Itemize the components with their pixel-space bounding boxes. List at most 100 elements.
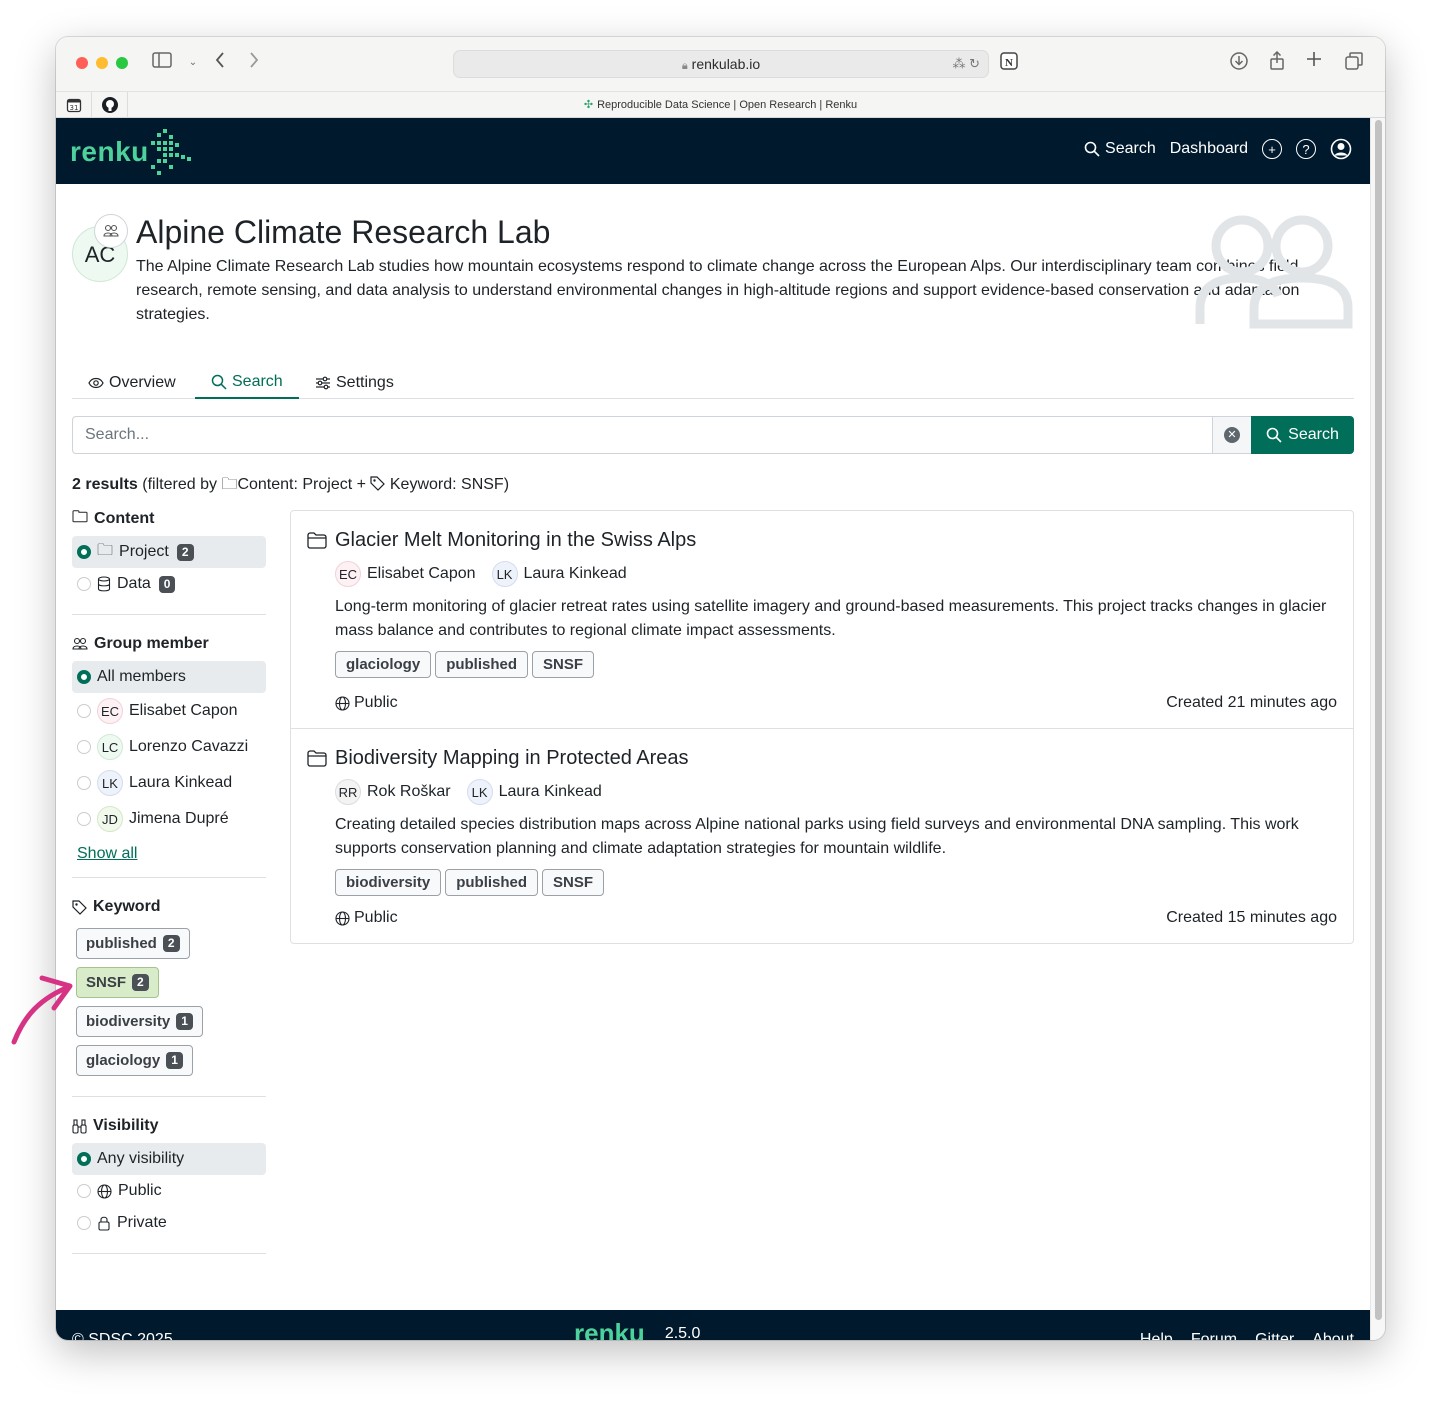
logo-text: renku — [70, 136, 149, 167]
result-title-link[interactable]: Glacier Melt Monitoring in the Swiss Alp… — [307, 527, 1337, 553]
result-footer: Public Created 21 minutes ago — [335, 694, 1337, 712]
member-option-ec[interactable]: EC Elisabet Capon — [72, 693, 266, 729]
facet-keyword: Keyword published 2 SNSF 2 biodiversity 1 g… — [72, 896, 266, 1097]
forward-icon[interactable] — [248, 51, 274, 75]
reload-icon[interactable]: ↻ — [969, 56, 980, 71]
nav-search-label: Search — [1105, 140, 1156, 157]
member-option-lc[interactable]: LC Lorenzo Cavazzi — [72, 729, 266, 765]
chevron-down-icon[interactable]: ⌄ — [180, 51, 206, 75]
clear-search-button[interactable]: ✕ — [1212, 416, 1252, 454]
share-icon[interactable] — [1268, 51, 1294, 75]
keyword-published[interactable]: published 2 — [76, 928, 190, 959]
radio-public[interactable] — [77, 1184, 91, 1198]
content-option-data[interactable]: Data 0 — [72, 568, 266, 600]
nav-dashboard-link[interactable]: Dashboard — [1170, 140, 1248, 158]
result-title-link[interactable]: Biodiversity Mapping in Protected Areas — [307, 745, 1337, 771]
zoom-window-button[interactable] — [116, 57, 128, 69]
radio-member[interactable] — [77, 704, 91, 718]
nav-search-link[interactable]: Search — [1084, 140, 1156, 158]
result-authors: EC Elisabet Capon LK Laura Kinkead — [335, 561, 1337, 587]
radio-member[interactable] — [77, 740, 91, 754]
content-option-project[interactable]: 🗀︎ Project 2 — [72, 536, 266, 568]
plus-circle-icon[interactable]: + — [1262, 139, 1282, 159]
back-icon[interactable] — [214, 51, 240, 75]
result-description: Long-term monitoring of glacier retreat … — [335, 598, 1327, 639]
radio-data[interactable] — [77, 577, 91, 591]
radio-all-members[interactable] — [77, 670, 91, 684]
keyword-biodiversity[interactable]: biodiversity 1 — [76, 1006, 203, 1037]
keyword-glaciology[interactable]: glaciology 1 — [76, 1045, 193, 1076]
result-title: Glacier Melt Monitoring in the Swiss Alp… — [335, 528, 697, 551]
count-badge: 2 — [176, 543, 194, 561]
created-timestamp: Created 15 minutes ago — [1166, 909, 1337, 926]
database-icon — [97, 576, 111, 592]
renku-logo[interactable]: renku — [70, 128, 193, 176]
filter-sidebar: 🗀︎ Content 🗀︎ Project 2 Data 0 Group mem… — [72, 508, 266, 1272]
globe-icon — [335, 695, 350, 711]
search-button[interactable]: Search — [1251, 416, 1354, 454]
visibility-label: Public — [354, 909, 398, 926]
help-icon[interactable]: ? — [1296, 139, 1316, 159]
avatar: LC — [97, 734, 123, 760]
scrollbar-thumb[interactable] — [1375, 120, 1382, 1320]
tab-overview-icon[interactable] — [1344, 51, 1370, 75]
visibility-option-public[interactable]: Public — [72, 1175, 266, 1207]
option-label: Public — [118, 1182, 162, 1199]
visibility-label: Public — [354, 694, 398, 711]
close-icon: ✕ — [1224, 427, 1240, 443]
footer-link-help[interactable]: Help — [1140, 1331, 1173, 1340]
footer-link-gitter[interactable]: Gitter — [1255, 1331, 1294, 1340]
member-name: Elisabet Capon — [129, 702, 238, 719]
footer-center: renku 2.5.0 — [574, 1318, 700, 1340]
member-option-lk[interactable]: LK Laura Kinkead — [72, 765, 266, 801]
radio-project[interactable] — [77, 545, 91, 559]
footer-link-about[interactable]: About — [1312, 1331, 1354, 1340]
visibility-option-private[interactable]: Private — [72, 1207, 266, 1239]
member-option-all[interactable]: All members — [72, 661, 266, 693]
tab-overview-label: Overview — [109, 373, 176, 391]
keyword-label: biodiversity — [86, 1013, 171, 1030]
downloads-icon[interactable] — [1229, 51, 1255, 75]
user-icon[interactable] — [1330, 138, 1352, 160]
keyword-snsf[interactable]: SNSF 2 — [76, 967, 159, 998]
close-window-button[interactable] — [76, 57, 88, 69]
new-tab-icon[interactable] — [1306, 51, 1332, 75]
tag-icon — [72, 899, 87, 915]
member-name: Lorenzo Cavazzi — [129, 738, 249, 755]
footer-logo[interactable]: renku — [574, 1318, 645, 1340]
minimize-window-button[interactable] — [96, 57, 108, 69]
avatar: LK — [491, 561, 518, 587]
globe-icon — [97, 1183, 112, 1199]
search-input[interactable] — [72, 416, 1213, 454]
notion-icon[interactable]: N — [999, 51, 1025, 75]
tab-settings[interactable]: Settings — [315, 366, 394, 399]
sidebar-toggle-icon[interactable] — [152, 51, 178, 75]
result-footer: Public Created 15 minutes ago — [335, 909, 1337, 927]
footer-link-forum[interactable]: Forum — [1191, 1331, 1237, 1340]
show-all-members-link[interactable]: Show all — [77, 845, 266, 863]
translate-icon[interactable]: ⁂ — [952, 56, 965, 71]
address-bar[interactable]: 🔒︎ renkulab.io ⁂ ↻ — [453, 50, 989, 78]
tab-overview[interactable]: Overview — [88, 366, 176, 399]
active-tab[interactable]: ✣ Reproducible Data Science | Open Resear… — [56, 98, 1385, 111]
page-scrollbar[interactable] — [1370, 118, 1385, 1340]
member-option-jd[interactable]: JD Jimena Dupré — [72, 801, 266, 837]
radio-member[interactable] — [77, 812, 91, 826]
option-label: Project — [119, 543, 169, 560]
url-text: renkulab.io — [691, 56, 761, 72]
avatar: LK — [97, 770, 123, 796]
radio-private[interactable] — [77, 1216, 91, 1230]
avatar: EC — [97, 698, 123, 724]
radio-member[interactable] — [77, 776, 91, 790]
result-tags: biodiversity published SNSF — [335, 869, 1337, 896]
results-summary: 2 results (filtered by 🗀︎Content: Projec… — [72, 473, 509, 500]
page-footer: © SDSC 2025 renku 2.5.0 Help Forum Gitte… — [56, 1310, 1370, 1340]
count-badge: 2 — [162, 935, 180, 952]
visibility-badge: Public — [335, 694, 398, 712]
visibility-option-any[interactable]: Any visibility — [72, 1143, 266, 1175]
tab-search[interactable]: Search — [195, 366, 299, 399]
lock-icon — [97, 1215, 111, 1231]
navbar-actions: Search Dashboard + ? — [1084, 138, 1352, 160]
result-tag: SNSF — [542, 869, 605, 896]
radio-any-visibility[interactable] — [77, 1152, 91, 1166]
